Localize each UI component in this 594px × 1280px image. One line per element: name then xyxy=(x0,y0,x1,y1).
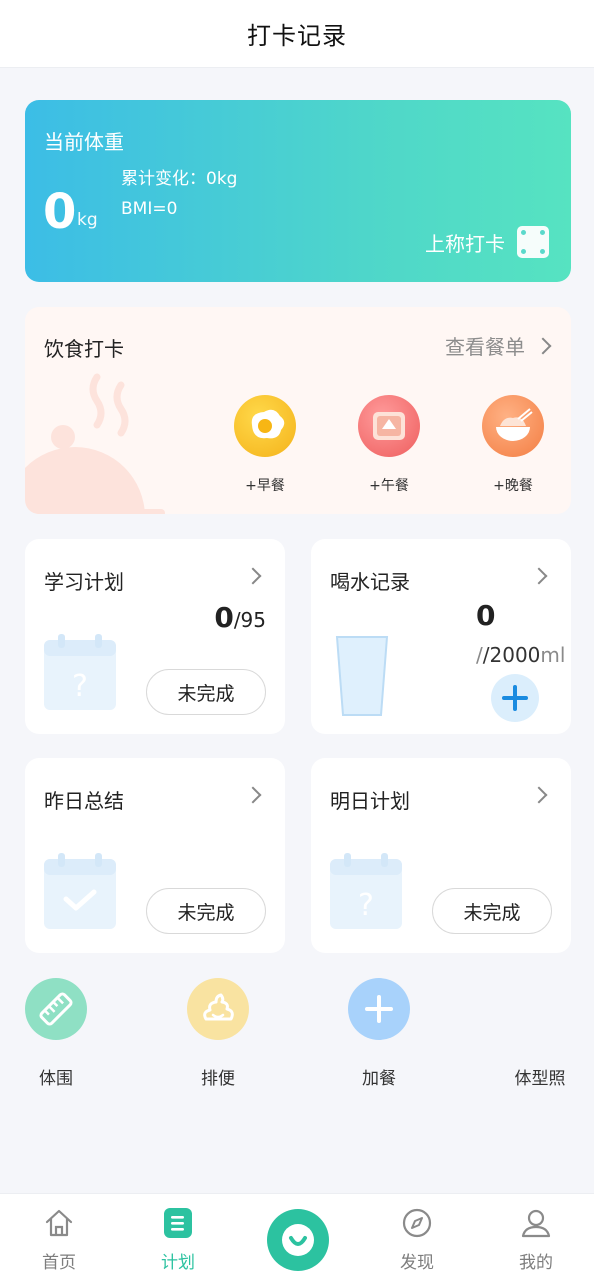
quick-body-photo[interactable]: 体型照 xyxy=(495,978,585,1089)
study-done: 0 xyxy=(214,601,234,634)
scale-checkin-label: 上称打卡 xyxy=(425,231,505,256)
plus-icon xyxy=(502,685,528,711)
weight-label: 当前体重 xyxy=(44,130,124,154)
plan-icon xyxy=(161,1206,195,1240)
tab-mine[interactable]: 我的 xyxy=(496,1206,576,1273)
tab-center[interactable] xyxy=(267,1209,329,1271)
user-icon xyxy=(519,1206,553,1240)
home-icon xyxy=(42,1206,76,1240)
water-unit: ml xyxy=(540,643,566,667)
water-goal: //2000ml xyxy=(476,643,566,667)
calendar-question-icon: ? xyxy=(330,853,402,929)
quick-add-meal-label: 加餐 xyxy=(362,1069,396,1089)
water-amount: 0 xyxy=(476,599,496,632)
view-menu-link[interactable]: 查看餐单 xyxy=(445,331,552,360)
add-water-button[interactable] xyxy=(491,674,539,722)
breakfast-label: +早餐 xyxy=(245,478,285,494)
add-breakfast-button[interactable]: +早餐 xyxy=(232,395,298,495)
quick-bowel-label: 排便 xyxy=(201,1069,235,1089)
poop-icon xyxy=(187,978,249,1040)
calendar-check-icon xyxy=(44,853,116,929)
ruler-icon xyxy=(25,978,87,1040)
scale-checkin-button[interactable]: 上称打卡 xyxy=(425,226,549,258)
tab-plan[interactable]: 计划 xyxy=(138,1206,218,1273)
add-lunch-button[interactable]: +午餐 xyxy=(356,395,422,495)
fried-egg-icon xyxy=(234,395,296,457)
plus-icon xyxy=(348,978,410,1040)
study-status-button[interactable]: 未完成 xyxy=(146,669,266,715)
study-plan-card[interactable]: 学习计划 0/95 ? 未完成 xyxy=(25,539,285,734)
smile-icon xyxy=(282,1224,314,1256)
quick-body-measure[interactable]: 体围 xyxy=(11,978,101,1089)
page-title: 打卡记录 xyxy=(247,22,347,50)
scale-icon xyxy=(517,226,549,258)
header-bar: 打卡记录 xyxy=(0,0,594,68)
lunch-box-icon xyxy=(358,395,420,457)
water-goal-value: /2000 xyxy=(482,643,541,667)
weight-card[interactable]: 当前体重 0 kg 累计变化：0kg BMI=0 上称打卡 xyxy=(25,100,571,282)
tomorrow-title: 明日计划 xyxy=(330,789,410,813)
yesterday-title: 昨日总结 xyxy=(44,789,124,813)
tab-discover[interactable]: 发现 xyxy=(377,1206,457,1273)
tab-home[interactable]: 首页 xyxy=(19,1206,99,1273)
camera-icon xyxy=(509,978,571,1040)
diet-card: 饮食打卡 查看餐单 +早餐 +午餐 +晚餐 xyxy=(25,307,571,514)
weight-change: 累计变化：0kg xyxy=(121,169,238,189)
weight-unit: kg xyxy=(77,210,98,230)
quick-body-photo-label: 体型照 xyxy=(514,1069,566,1089)
quick-bowel[interactable]: 排便 xyxy=(173,978,263,1089)
svg-text:?: ? xyxy=(358,888,374,923)
water-record-card[interactable]: 喝水记录 0 //2000ml xyxy=(311,539,571,734)
chevron-right-icon xyxy=(530,567,548,585)
lunch-label: +午餐 xyxy=(369,478,409,494)
add-dinner-button[interactable]: +晚餐 xyxy=(480,395,546,495)
tab-home-label: 首页 xyxy=(42,1253,76,1273)
chevron-right-icon xyxy=(530,786,548,804)
water-glass-icon xyxy=(335,636,389,716)
svg-text:?: ? xyxy=(72,669,88,704)
chevron-right-icon xyxy=(244,786,262,804)
quick-body-measure-label: 体围 xyxy=(39,1069,73,1089)
study-progress: 0/95 xyxy=(214,601,266,634)
diet-title: 饮食打卡 xyxy=(44,337,124,361)
tomorrow-plan-card[interactable]: 明日计划 ? 未完成 xyxy=(311,758,571,953)
dinner-bowl-icon xyxy=(482,395,544,457)
compass-icon xyxy=(400,1206,434,1240)
study-plan-title: 学习计划 xyxy=(44,570,124,594)
tab-discover-label: 发现 xyxy=(400,1253,434,1273)
chevron-right-icon xyxy=(534,337,552,354)
tab-plan-label: 计划 xyxy=(161,1253,195,1273)
food-cloche-icon xyxy=(25,373,165,514)
study-total: /95 xyxy=(233,608,266,632)
chevron-right-icon xyxy=(244,567,262,585)
bmi-value: BMI=0 xyxy=(121,199,178,219)
dinner-label: +晚餐 xyxy=(493,478,533,494)
yesterday-status-button[interactable]: 未完成 xyxy=(146,888,266,934)
tab-mine-label: 我的 xyxy=(519,1253,553,1273)
view-menu-label: 查看餐单 xyxy=(445,335,525,359)
tomorrow-status-button[interactable]: 未完成 xyxy=(432,888,552,934)
weight-value: 0 xyxy=(43,184,77,240)
yesterday-summary-card[interactable]: 昨日总结 未完成 xyxy=(25,758,285,953)
quick-add-meal[interactable]: 加餐 xyxy=(334,978,424,1089)
water-title: 喝水记录 xyxy=(330,570,410,594)
calendar-question-icon: ? xyxy=(44,634,116,710)
